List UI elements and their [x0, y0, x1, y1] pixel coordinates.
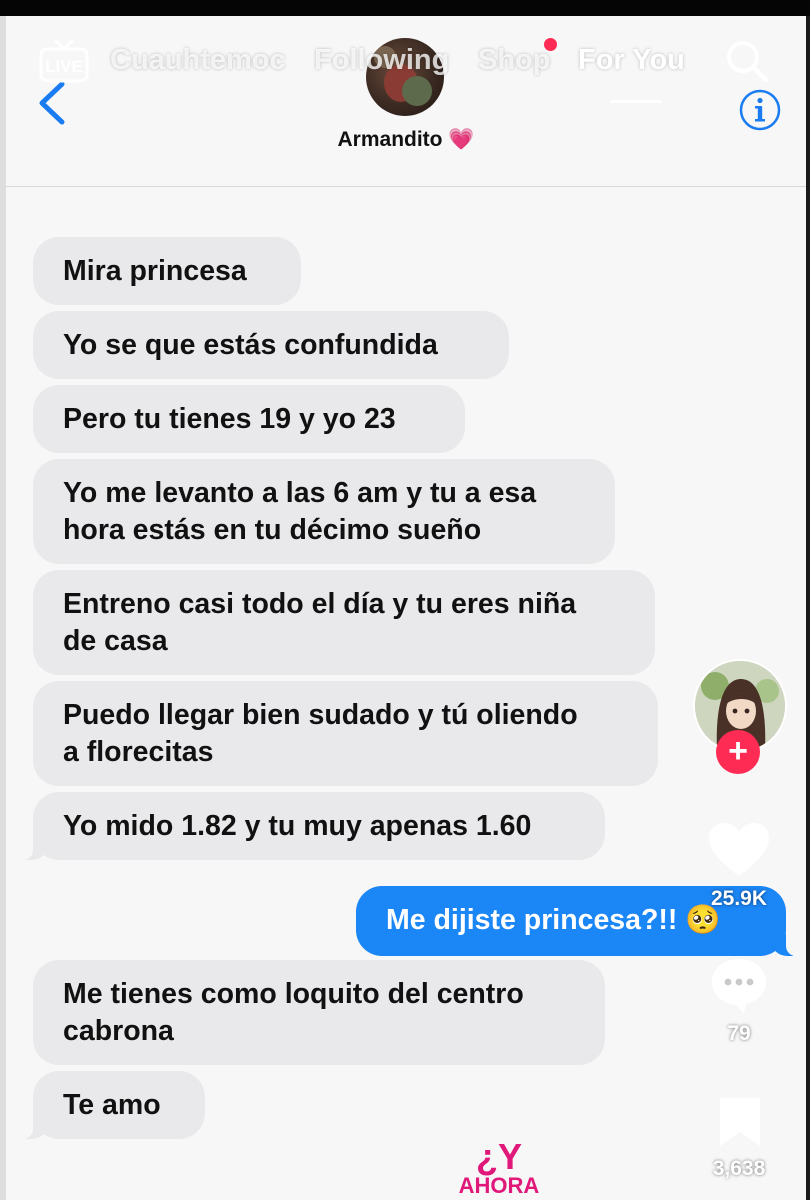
shop-notification-dot — [544, 38, 557, 51]
message-bubble-incoming: Puedo llegar bien sudado y tú oliendo a … — [33, 681, 658, 786]
live-tv-icon[interactable]: LIVE — [38, 38, 90, 84]
message-bubble-incoming: Entreno casi todo el día y tu eres niña … — [33, 570, 655, 675]
live-label: LIVE — [45, 57, 83, 76]
message-bubble-incoming: Me tienes como loquito del centro cabron… — [33, 960, 605, 1065]
comment-bubble-icon[interactable] — [708, 955, 770, 1015]
bookmark-icon[interactable] — [716, 1094, 764, 1150]
message-bubble-incoming: Yo se que estás confundida — [33, 311, 509, 379]
tab-shop[interactable]: Shop — [478, 44, 551, 77]
tab-cuauhtemoc[interactable]: Cuauhtemoc — [110, 44, 286, 77]
ahora-watermark-logo: ¿Y AHORA — [458, 1136, 540, 1198]
message-bubble-incoming: Te amo — [19, 1071, 205, 1139]
heart-icon[interactable] — [706, 820, 772, 880]
video-frame: Armandito 💗 LIVE Cuauhtemoc Following Sh… — [6, 16, 806, 1200]
like-count: 25.9K — [710, 887, 768, 910]
follow-plus-button[interactable]: + — [716, 730, 760, 774]
message-bubble-incoming: Mira princesa — [33, 237, 301, 305]
top-strip — [0, 0, 810, 16]
tab-for-you[interactable]: For You — [578, 44, 685, 77]
message-bubble-incoming: Yo mido 1.82 y tu muy apenas 1.60 — [19, 792, 605, 860]
search-icon[interactable] — [724, 38, 770, 84]
comment-count: 79 — [727, 1022, 751, 1045]
left-edge — [0, 16, 6, 1200]
message-bubble-incoming: Pero tu tienes 19 y yo 23 — [33, 385, 465, 453]
save-count: 3,638 — [712, 1157, 766, 1180]
active-tab-indicator — [610, 100, 662, 103]
message-bubble-incoming: Yo me levanto a las 6 am y tu a esa hora… — [33, 459, 615, 564]
right-edge — [806, 16, 810, 1200]
tiktok-top-nav: LIVE Cuauhtemoc Following Shop For You — [6, 16, 806, 126]
tab-following[interactable]: Following — [314, 44, 449, 77]
contact-name: Armandito 💗 — [337, 128, 475, 151]
